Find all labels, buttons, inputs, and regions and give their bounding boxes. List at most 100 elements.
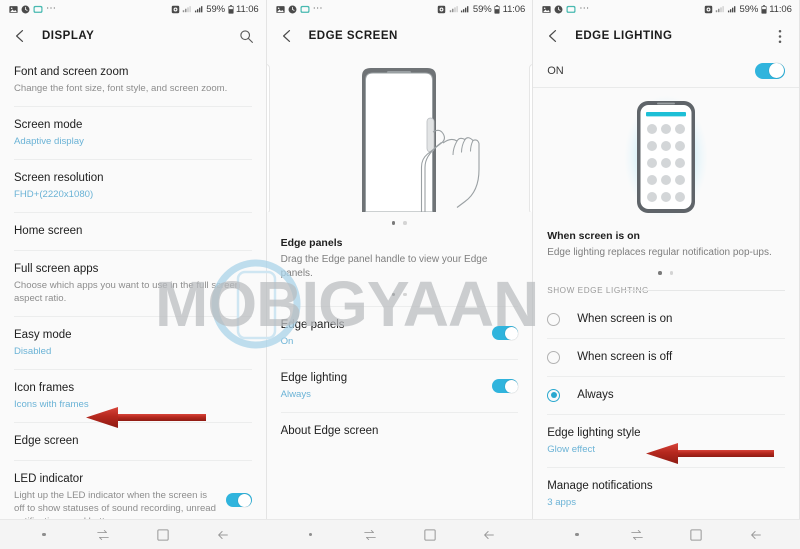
list-item-texts: Edge lighting Always [281, 371, 485, 401]
search-button[interactable] [238, 27, 256, 45]
pager-dot-1[interactable] [391, 221, 396, 225]
list-item-title: Edge lighting style [547, 426, 641, 439]
list-item[interactable]: Home screen [0, 213, 266, 250]
back-chevron-icon[interactable] [279, 28, 295, 44]
master-switch-toggle[interactable] [754, 62, 785, 79]
radio-selected-icon[interactable] [547, 388, 561, 402]
list-item-title: Font and screen zoom [14, 66, 129, 78]
list-item-title: Screen resolution [14, 172, 104, 184]
battery-icon [227, 4, 234, 14]
status-bar-notification-icons: ⋯ [9, 4, 57, 14]
list-item-texts: Icon frames Icons with frames [14, 381, 252, 411]
list-item[interactable]: Font and screen zoom Change the font size… [0, 54, 266, 106]
list-item[interactable]: Manage notifications 3 apps [533, 468, 799, 520]
wifi-icon [183, 5, 191, 12]
pager-dot-1[interactable] [658, 271, 662, 275]
status-bar: ⋯ 59% 11:06 [266, 0, 533, 18]
list-item-title: Manage notifications [547, 479, 653, 492]
recents-dot-icon[interactable] [34, 525, 54, 545]
list-item-texts: Screen mode Adaptive display [14, 118, 252, 148]
list-item[interactable]: Screen resolution FHD+(2220x1080) [0, 160, 266, 212]
back-icon[interactable] [213, 525, 233, 545]
toggle-knob [769, 63, 785, 78]
panel-edge-lighting: ⋯ 59% 11:06 EDGE LIGHTING ON When screen… [533, 0, 800, 549]
list-item-subtitle: Choose which apps you want to use in the… [14, 280, 241, 304]
toggle-knob [504, 379, 518, 393]
pager-dot-2-lower[interactable] [403, 292, 407, 296]
overflow-dots-icon: ⋯ [579, 3, 590, 14]
battery-percent-label: 59% [472, 3, 492, 15]
list-item[interactable]: Edge lighting style Glow effect [533, 415, 799, 467]
radio-unselected-icon[interactable] [547, 312, 561, 326]
status-bar: ⋯ 59% 11:06 [533, 0, 799, 18]
list-item[interactable]: Edge lighting Always [267, 360, 533, 412]
back-icon[interactable] [479, 525, 499, 545]
carousel-pager[interactable] [266, 212, 533, 233]
list-item-texts: Screen resolution FHD+(2220x1080) [14, 171, 252, 201]
clock-label: 11:06 [502, 3, 526, 15]
pager-dot-2[interactable] [669, 271, 674, 275]
action-bar-edge-lighting: EDGE LIGHTING [533, 18, 799, 54]
list-item-toggle[interactable] [492, 379, 519, 393]
list-item[interactable]: When screen is off [533, 339, 799, 376]
list-item[interactable]: Full screen apps Choose which apps you wa… [0, 251, 266, 316]
list-item[interactable]: Easy mode Disabled [0, 317, 266, 369]
recents-dot-icon[interactable] [300, 525, 320, 545]
message-icon [300, 5, 310, 13]
list-item-texts: Home screen [14, 224, 252, 239]
list-item-subtitle: FHD+(2220x1080) [14, 189, 94, 200]
list-item-texts: Always [577, 388, 785, 403]
status-bar-system-icons: 59% 11:06 [437, 4, 525, 15]
recents-icon[interactable] [627, 525, 647, 545]
display-rows-container: Font and screen zoom Change the font size… [0, 54, 266, 539]
back-icon[interactable] [746, 525, 766, 545]
list-item[interactable]: Edge screen [0, 423, 266, 460]
list-item-title: Easy mode [14, 329, 72, 341]
list-item[interactable]: Screen mode Adaptive display [0, 107, 266, 159]
page-title: EDGE LIGHTING [575, 30, 673, 42]
phone-handle-swipe-illustration [362, 68, 480, 212]
recents-icon[interactable] [360, 525, 380, 545]
recents-dot-icon[interactable] [567, 525, 587, 545]
toggle-knob [238, 493, 252, 507]
list-item-texts: About Edge screen [281, 424, 519, 439]
list-item-title: Home screen [14, 225, 83, 237]
radio-unselected-icon[interactable] [547, 350, 561, 364]
home-icon[interactable] [686, 525, 706, 545]
carousel-card-edge-right [529, 64, 533, 212]
blurb-description: Edge lighting replaces regular notificat… [547, 247, 772, 258]
action-bar-display: DISPLAY [0, 18, 266, 54]
list-item-toggle[interactable] [225, 493, 252, 507]
carousel-pager-lower[interactable] [266, 280, 533, 306]
signal-icon [461, 5, 469, 12]
message-icon [566, 5, 576, 13]
back-chevron-icon[interactable] [545, 28, 561, 44]
nav-group-2 [267, 520, 534, 549]
wifi-icon [716, 5, 725, 12]
carousel-pager[interactable] [533, 260, 799, 280]
list-item[interactable]: Icon frames Icons with frames [0, 370, 266, 422]
phone-glow-illustration [623, 95, 708, 219]
home-icon[interactable] [420, 525, 440, 545]
list-item[interactable]: Always [533, 377, 799, 414]
pager-dot-2[interactable] [403, 221, 407, 225]
battery-percent-label: 59% [206, 3, 226, 15]
pager-dot-1-lower[interactable] [391, 292, 396, 296]
three-panel-screenshot-composite: ⋯ 59% 11:06 DISPLAY Font and screen zoom… [0, 0, 800, 549]
recents-icon[interactable] [93, 525, 113, 545]
clock-label: 11:06 [236, 3, 259, 15]
back-chevron-icon[interactable] [12, 28, 28, 44]
display-settings-list: Font and screen zoom Change the font size… [0, 54, 266, 539]
list-item[interactable]: When screen is on [533, 301, 799, 338]
blurb-title: When screen is on [547, 230, 640, 242]
edge-lighting-master-switch-row[interactable]: ON [533, 54, 799, 88]
list-item-title: About Edge screen [280, 425, 379, 437]
battery-icon [761, 4, 767, 14]
overflow-menu-button[interactable] [771, 27, 789, 45]
list-item[interactable]: About Edge screen [267, 413, 533, 450]
list-item[interactable]: Edge panels On [267, 307, 533, 359]
home-icon[interactable] [153, 525, 173, 545]
list-item-toggle[interactable] [492, 326, 519, 340]
toggle-knob [504, 326, 518, 340]
radio-rows-container: When screen is on When screen is off Alway… [533, 301, 799, 414]
